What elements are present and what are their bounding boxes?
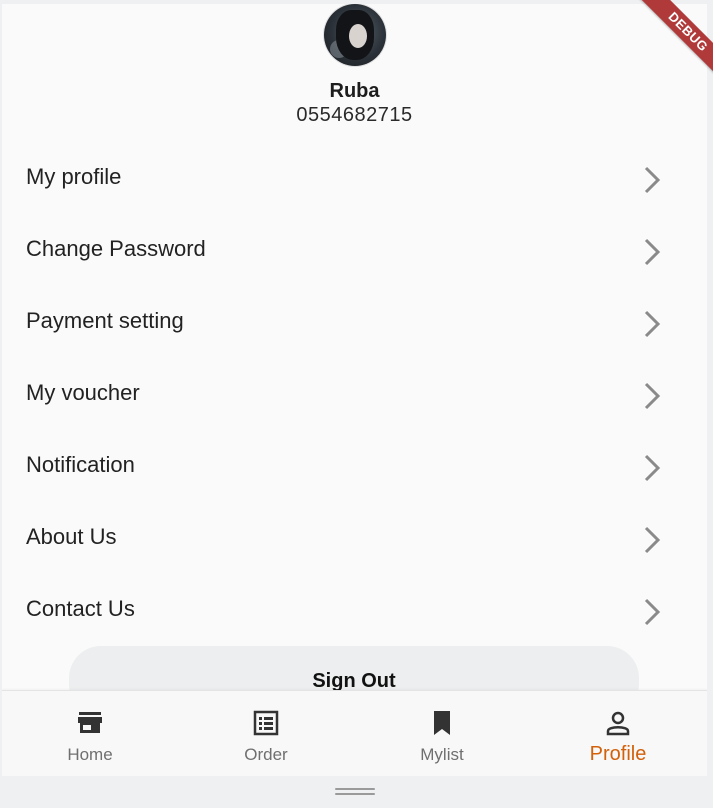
- chevron-right-icon: [644, 454, 661, 482]
- menu-item-label: Payment setting: [26, 308, 184, 333]
- bottom-navigation: Home Order Mylist Profile: [2, 690, 707, 776]
- nav-label: Home: [67, 745, 113, 764]
- menu-item-my-profile[interactable]: My profile: [2, 142, 707, 214]
- device-frame: Ruba 0554682715 My profile Change Passwo…: [0, 0, 713, 808]
- nav-label: Order: [244, 745, 288, 764]
- nav-item-mylist[interactable]: Mylist: [354, 691, 530, 776]
- menu-item-contact-us[interactable]: Contact Us: [2, 574, 707, 646]
- list-icon: [253, 710, 279, 736]
- bookmark-icon: [434, 711, 450, 735]
- menu-item-label: Change Password: [26, 236, 206, 261]
- menu-item-label: My voucher: [26, 380, 140, 405]
- debug-banner: DEBUG: [617, 0, 713, 96]
- menu-item-label: My profile: [26, 164, 122, 189]
- nav-item-profile[interactable]: Profile: [530, 691, 706, 776]
- settings-menu: My profile Change Password Payment setti…: [2, 142, 707, 646]
- menu-item-label: About Us: [26, 524, 117, 549]
- chevron-right-icon: [644, 382, 661, 410]
- menu-item-payment-setting[interactable]: Payment setting: [2, 286, 707, 358]
- menu-item-label: Notification: [26, 452, 135, 477]
- chevron-right-icon: [644, 598, 661, 626]
- store-icon: [78, 712, 102, 733]
- profile-screen: Ruba 0554682715 My profile Change Passwo…: [2, 4, 707, 776]
- avatar[interactable]: [324, 4, 386, 66]
- person-icon: [606, 711, 630, 736]
- chevron-right-icon: [644, 526, 661, 554]
- chevron-right-icon: [644, 310, 661, 338]
- chevron-right-icon: [644, 238, 661, 266]
- user-phone: 0554682715: [296, 104, 413, 126]
- nav-item-order[interactable]: Order: [178, 691, 354, 776]
- nav-label: Profile: [589, 743, 647, 765]
- menu-item-notification[interactable]: Notification: [2, 430, 707, 502]
- window-resize-handle[interactable]: [335, 788, 375, 796]
- avatar-photo-face: [349, 24, 367, 48]
- menu-item-label: Contact Us: [26, 596, 135, 621]
- debug-banner-label: DEBUG: [634, 0, 713, 86]
- menu-item-about-us[interactable]: About Us: [2, 502, 707, 574]
- nav-item-home[interactable]: Home: [2, 691, 178, 776]
- menu-item-my-voucher[interactable]: My voucher: [2, 358, 707, 430]
- nav-label: Mylist: [420, 745, 464, 764]
- menu-item-change-password[interactable]: Change Password: [2, 214, 707, 286]
- chevron-right-icon: [644, 166, 661, 194]
- user-name: Ruba: [329, 80, 380, 102]
